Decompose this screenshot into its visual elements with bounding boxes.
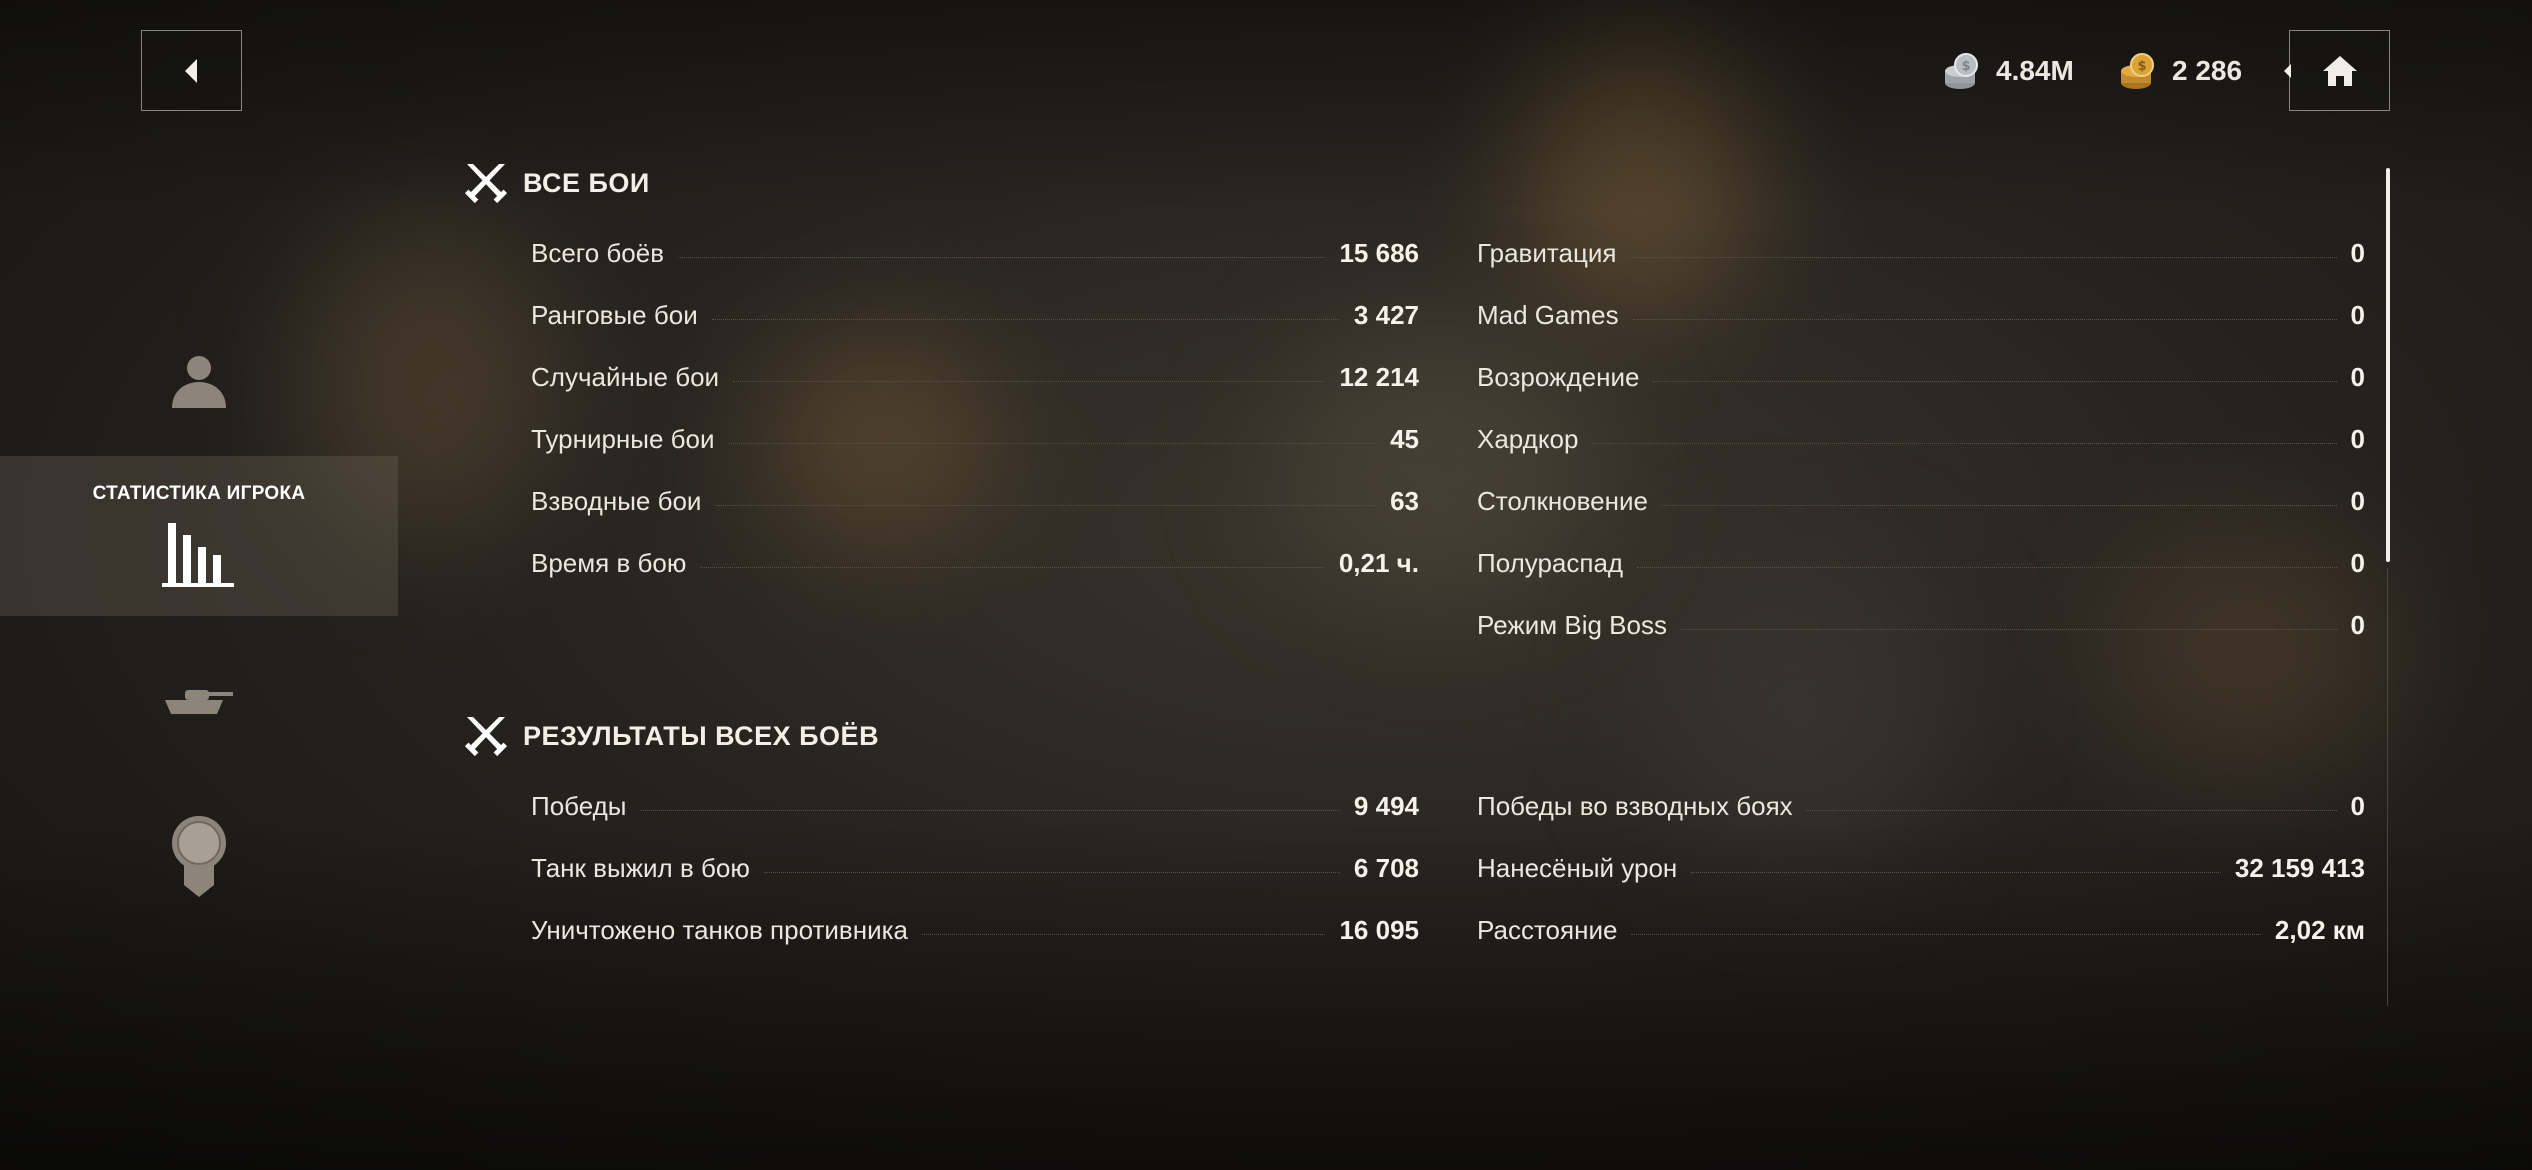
- stat-row: Mad Games 0: [1477, 284, 2365, 346]
- stat-label: Ранговые бои: [531, 299, 698, 330]
- stat-label: Mad Games: [1477, 299, 1619, 330]
- stat-label: Время в бою: [531, 547, 687, 578]
- gold-balance: $ 2 286: [2114, 48, 2242, 94]
- sidebar-item-medals[interactable]: [0, 800, 398, 910]
- silver-value: 4.84M: [1996, 55, 2074, 86]
- stat-value: 16 095: [1339, 914, 1419, 945]
- stat-row: Гравитация 0: [1477, 222, 2365, 284]
- arrow-left-small-icon: [2284, 64, 2291, 78]
- stat-label: Взводные бои: [531, 485, 702, 516]
- stat-row: Полураспад 0: [1477, 532, 2365, 594]
- stat-label: Уничтожено танков противника: [531, 914, 909, 945]
- stat-label: Турнирные бои: [531, 423, 715, 454]
- stat-value: 15 686: [1339, 237, 1419, 268]
- crossed-swords-icon: [464, 717, 508, 757]
- stat-label: Хардкор: [1477, 423, 1579, 454]
- svg-text:$: $: [1961, 59, 1970, 74]
- stat-label: Гравитация: [1477, 237, 1617, 268]
- scrollbar-thumb[interactable]: [2386, 168, 2390, 562]
- gold-coins-icon: $: [2121, 53, 2154, 89]
- back-button[interactable]: [141, 30, 242, 111]
- stat-value: 0: [2350, 361, 2365, 392]
- silver-balance: $ 4.84M: [1938, 48, 2074, 94]
- stat-value: 0: [2350, 790, 2365, 821]
- stat-row: Уничтожено танков противника 16 095: [531, 899, 1419, 961]
- stat-label: Полураспад: [1477, 547, 1624, 578]
- scrollbar-track[interactable]: [2387, 568, 2388, 1006]
- tank-icon: [165, 690, 233, 714]
- stat-label: Всего боёв: [531, 237, 665, 268]
- stat-value: 3 427: [1353, 299, 1419, 330]
- stat-label: Возрождение: [1477, 361, 1640, 392]
- medal-icon: [172, 816, 226, 897]
- stats-column-left: Всего боёв 15 686 Ранговые бои 3 427 Случа…: [531, 222, 1419, 594]
- silver-coins-icon: $: [1945, 53, 1978, 89]
- sidebar-item-player-stats[interactable]: СТАТИСТИКА ИГРОКА: [0, 456, 398, 616]
- stat-value: 32 159 413: [2234, 852, 2365, 883]
- home-button[interactable]: [2284, 30, 2390, 111]
- stat-row: Возрождение 0: [1477, 346, 2365, 408]
- stat-row: Взводные бои 63: [531, 470, 1419, 532]
- sidebar-item-profile[interactable]: [0, 340, 398, 420]
- section-header-battle-results: РЕЗУЛЬТАТЫ ВСЕХ БОЁВ: [463, 713, 879, 759]
- stat-row: Победы во взводных боях 0: [1477, 775, 2365, 837]
- crossed-swords-icon: [464, 164, 508, 204]
- stats-bars-icon: [162, 523, 234, 587]
- stat-row: Случайные бои 12 214: [531, 346, 1419, 408]
- stat-row: Режим Big Boss 0: [1477, 594, 2365, 656]
- stat-value: 0: [2350, 547, 2365, 578]
- stat-label: Нанесёный урон: [1477, 852, 1678, 883]
- sidebar-item-tanks[interactable]: [0, 660, 398, 740]
- stat-row: Танк выжил в бою 6 708: [531, 837, 1419, 899]
- stat-row: Всего боёв 15 686: [531, 222, 1419, 284]
- stat-value: 12 214: [1339, 361, 1419, 392]
- stat-row: Время в бою 0,21 ч.: [531, 532, 1419, 594]
- stat-row: Победы 9 494: [531, 775, 1419, 837]
- chevron-left-icon: [184, 58, 197, 83]
- gold-value: 2 286: [2172, 55, 2243, 86]
- stat-row: Нанесёный урон 32 159 413: [1477, 837, 2365, 899]
- stat-value: 2,02 км: [2274, 914, 2365, 945]
- section-title: ВСЕ БОИ: [523, 167, 650, 198]
- stats-column-left: Победы 9 494 Танк выжил в бою 6 708 Уничто…: [531, 775, 1419, 961]
- stat-label: Расстояние: [1477, 914, 1618, 945]
- stat-row: Турнирные бои 45: [531, 408, 1419, 470]
- stat-value: 0,21 ч.: [1338, 547, 1419, 578]
- stat-row: Столкновение 0: [1477, 470, 2365, 532]
- stat-value: 0: [2350, 299, 2365, 330]
- stat-label: Победы: [531, 790, 627, 821]
- stat-value: 0: [2350, 609, 2365, 640]
- section-header-all-battles: ВСЕ БОИ: [463, 160, 650, 206]
- stats-column-right: Гравитация 0 Mad Games 0 Возрождение 0 Хард…: [1477, 222, 2365, 656]
- stat-value: 0: [2350, 423, 2365, 454]
- stat-row: Расстояние 2,02 км: [1477, 899, 2365, 961]
- stat-label: Танк выжил в бою: [531, 852, 750, 883]
- stats-column-right: Победы во взводных боях 0 Нанесёный урон 3…: [1477, 775, 2365, 961]
- svg-text:$: $: [2137, 59, 2146, 74]
- profile-icon: [172, 356, 226, 408]
- stat-row: Ранговые бои 3 427: [531, 284, 1419, 346]
- stat-value: 63: [1390, 485, 1419, 516]
- stat-value: 0: [2350, 237, 2365, 268]
- sidebar-item-label: СТАТИСТИКА ИГРОКА: [92, 483, 306, 504]
- stat-row: Хардкор 0: [1477, 408, 2365, 470]
- stat-label: Режим Big Boss: [1477, 609, 1667, 640]
- stat-value: 6 708: [1353, 852, 1419, 883]
- stat-label: Столкновение: [1477, 485, 1648, 516]
- stat-value: 45: [1390, 423, 1419, 454]
- home-icon: [2322, 55, 2357, 86]
- section-title: РЕЗУЛЬТАТЫ ВСЕХ БОЁВ: [523, 720, 880, 751]
- stat-label: Случайные бои: [531, 361, 720, 392]
- stat-value: 0: [2350, 485, 2365, 516]
- stat-value: 9 494: [1353, 790, 1419, 821]
- stat-label: Победы во взводных боях: [1477, 790, 1793, 821]
